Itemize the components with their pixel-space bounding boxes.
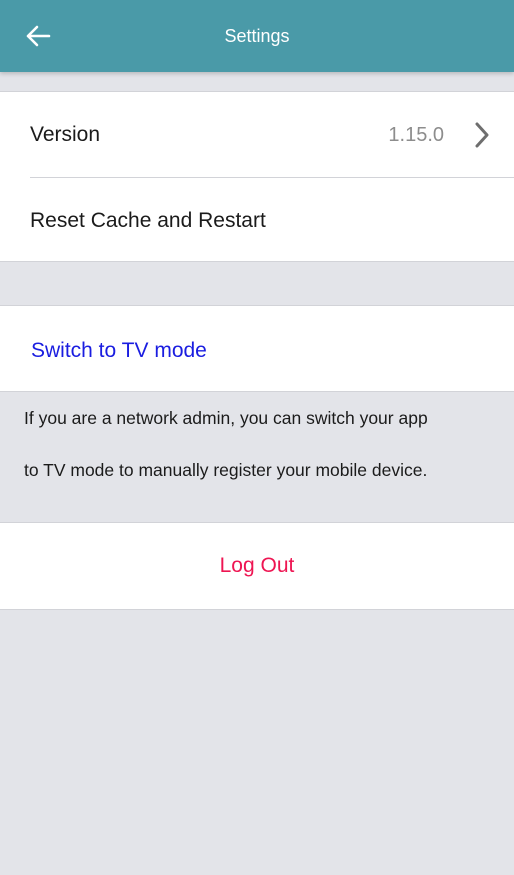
- app-bar: Settings: [0, 0, 514, 72]
- page-title: Settings: [224, 26, 290, 46]
- switch-tv-mode-link[interactable]: Switch to TV mode: [31, 336, 207, 366]
- log-out-button[interactable]: Log Out: [0, 551, 514, 581]
- info-line-1: If you are a network admin, you can swit…: [24, 408, 428, 428]
- logout-group: Log Out: [0, 522, 514, 610]
- info-line-2: to TV mode to manually register your mob…: [24, 460, 428, 480]
- tv-mode-group: Switch to TV mode: [0, 305, 514, 392]
- settings-group: Version 1.15.0 Reset Cache and Restart: [0, 91, 514, 262]
- chevron-right-icon: [475, 122, 489, 148]
- version-value: 1.15.0: [388, 124, 444, 146]
- reset-cache-label: Reset Cache and Restart: [30, 209, 266, 232]
- version-label: Version: [30, 123, 101, 146]
- tv-mode-info-text: If you are a network admin, you can swit…: [24, 392, 504, 496]
- reset-cache-row[interactable]: Reset Cache and Restart: [30, 178, 514, 262]
- version-row[interactable]: Version 1.15.0: [30, 92, 514, 178]
